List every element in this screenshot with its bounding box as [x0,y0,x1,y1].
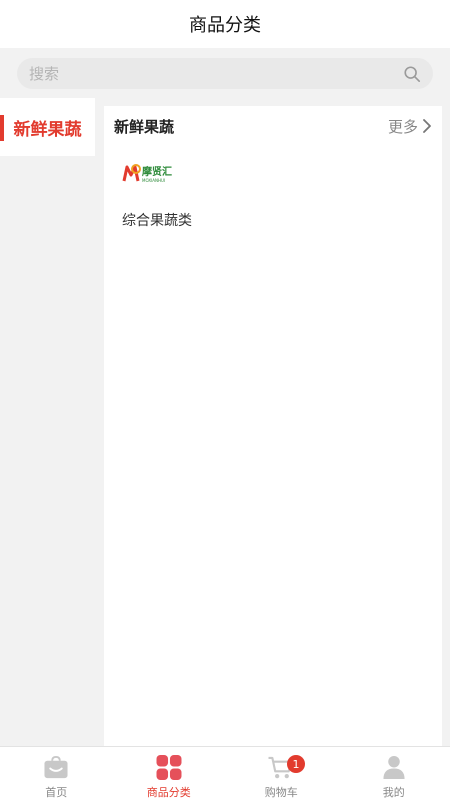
person-icon [383,755,405,780]
brand-logo: 摩贤汇 MOXIANHUI [122,161,182,187]
bag-icon [44,755,68,779]
search-input[interactable] [29,64,403,83]
search-box[interactable] [17,58,433,89]
tab-category[interactable]: 商品分类 [113,747,226,800]
title-bar: 商品分类 [0,0,450,48]
active-indicator [0,115,4,141]
chevron-right-icon [423,119,431,133]
logo-text: 摩贤汇 [142,165,172,178]
category-content: 新鲜果蔬 更多 摩贤汇 MOXIANHUI 综合果蔬类 [104,106,442,746]
tab-home[interactable]: 首页 [0,747,113,800]
sidebar-item-label: 新鲜果蔬 [13,119,82,140]
search-area [0,48,450,98]
tab-cart[interactable]: 1 购物车 [225,747,338,800]
search-icon[interactable] [403,65,421,83]
cart-count-badge: 1 [287,755,305,773]
tab-label: 商品分类 [146,786,191,799]
tab-profile[interactable]: 我的 [338,747,450,800]
category-sidebar: 新鲜果蔬 [0,98,95,746]
bottom-tabbar: 首页 商品分类 1 购物车 我的 [0,746,450,800]
tab-label: 我的 [382,786,405,799]
section-header: 新鲜果蔬 更多 [104,106,442,146]
page-title: 商品分类 [189,15,261,36]
subcategory-item[interactable]: 摩贤汇 MOXIANHUI 综合果蔬类 [122,161,232,230]
sidebar-item-fresh-produce[interactable]: 新鲜果蔬 [0,98,95,156]
tab-label: 首页 [45,786,68,799]
moxianhui-logo-icon: 摩贤汇 MOXIANHUI [122,164,172,183]
subcategory-name: 综合果蔬类 [122,213,192,229]
tab-label: 购物车 [264,786,298,799]
more-label: 更多 [387,117,418,136]
section-title: 新鲜果蔬 [114,117,175,136]
logo-subtext: MOXIANHUI [142,178,165,183]
category-grid-icon [156,755,182,780]
more-link[interactable]: 更多 [388,116,432,137]
